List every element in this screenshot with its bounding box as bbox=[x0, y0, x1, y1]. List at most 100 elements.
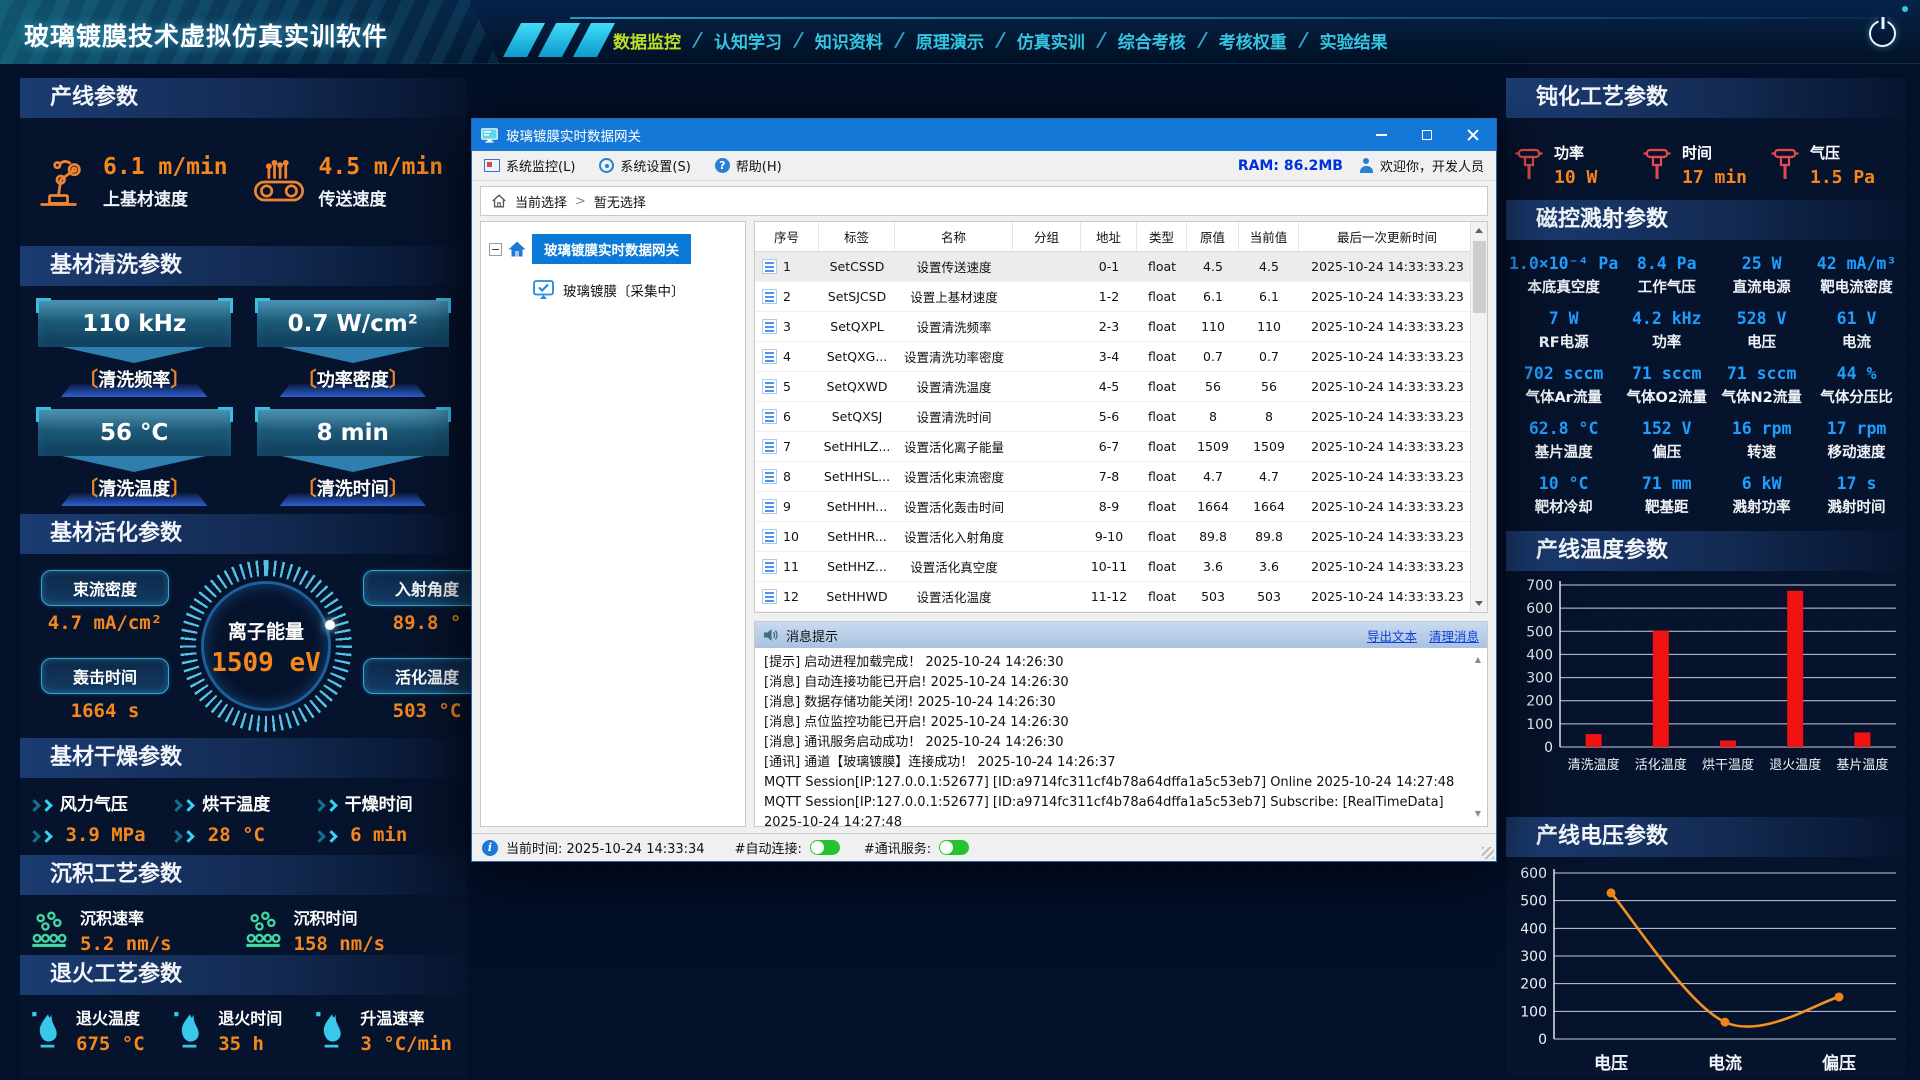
close-button[interactable] bbox=[1450, 119, 1496, 151]
window-titlebar[interactable]: 玻璃镀膜实时数据网关 bbox=[472, 119, 1496, 151]
param-deposition-rate: 沉积速率 5.2 nm/s bbox=[30, 905, 244, 955]
chevron-icon bbox=[28, 799, 41, 812]
line-chart-svg: 0100200300400500600电压电流偏压 bbox=[1508, 861, 1904, 1080]
sputter-param-6: 4.2 kHz功率 bbox=[1619, 303, 1714, 358]
badge-value: 8 min bbox=[257, 409, 450, 456]
scroll-down-icon[interactable]: ▼ bbox=[1475, 804, 1481, 824]
row-seq-cell: 8 bbox=[755, 469, 819, 484]
comm-service-label: #通讯服务: bbox=[864, 838, 931, 857]
power-icon[interactable] bbox=[1869, 20, 1896, 47]
tag-row-icon bbox=[762, 349, 777, 364]
row-seq-number: 12 bbox=[783, 589, 799, 604]
section-header-annealing: 退火工艺参数 bbox=[20, 955, 467, 995]
table-cell: 设置传送速度 bbox=[895, 257, 1013, 276]
nav-item-6[interactable]: 综合考核 bbox=[1105, 28, 1199, 53]
tree-expander-icon[interactable] bbox=[489, 243, 502, 256]
temperature-bar-chart: 0100200300400500600700清洗温度活化温度烘干温度退火温度基片… bbox=[1506, 571, 1906, 815]
table-row[interactable]: 1SetCSSD设置传送速度0-1float4.54.52025-10-24 1… bbox=[755, 252, 1470, 282]
table-cell: 10-11 bbox=[1081, 559, 1137, 574]
table-cell: 1-2 bbox=[1081, 289, 1137, 304]
param-anneal-temperature: 退火温度 675 °C bbox=[30, 1005, 172, 1055]
sputter-param-3: 25 W直流电源 bbox=[1714, 248, 1809, 303]
svg-text:200: 200 bbox=[1526, 694, 1553, 710]
chevron-icon bbox=[182, 830, 195, 843]
column-header: 名称 bbox=[895, 222, 1013, 251]
menu-help[interactable]: ? 帮助(H) bbox=[715, 156, 782, 175]
nav-item-2[interactable]: 认知学习 bbox=[701, 28, 795, 53]
table-cell: 设置活化轰击时间 bbox=[895, 497, 1013, 516]
sputter-param-8: 61 V电流 bbox=[1809, 303, 1904, 358]
table-row[interactable]: 8SetHHSL...设置活化束流密度7-8float4.74.72025-10… bbox=[755, 462, 1470, 492]
param-air-pressure: 风力气压 3.9 MPa bbox=[30, 790, 172, 855]
nav-item-7[interactable]: 考核权重 bbox=[1206, 28, 1300, 53]
scroll-up-icon[interactable]: ▲ bbox=[1475, 650, 1481, 670]
deposition-row: 沉积速率 5.2 nm/s 沉积时间 158 nm/s bbox=[20, 895, 467, 955]
particles-icon bbox=[30, 911, 68, 949]
column-header: 类型 bbox=[1137, 222, 1187, 251]
table-row[interactable]: 2SetSJCSD设置上基材速度1-2float6.16.12025-10-24… bbox=[755, 282, 1470, 312]
sputter-param-19: 6 kW溅射功率 bbox=[1714, 468, 1809, 523]
log-line: MQTT Session[IP:127.0.0.1:52677] [ID:a97… bbox=[764, 773, 1467, 793]
sputter-param-16: 17 rpm移动速度 bbox=[1809, 413, 1904, 468]
scrollbar-thumb[interactable] bbox=[1473, 241, 1486, 313]
param-value: 71 sccm bbox=[1715, 364, 1808, 383]
table-row[interactable]: 5SetQXWD设置清洗温度4-5float56562025-10-24 14:… bbox=[755, 372, 1470, 402]
table-row[interactable]: 10SetHHR...设置活化入射角度9-10float89.889.82025… bbox=[755, 522, 1470, 552]
breadcrumb: 当前选择 > 暂无选择 bbox=[480, 186, 1488, 216]
table-cell: SetCSSD bbox=[819, 259, 895, 274]
window-menubar: 系统监控(L) 系统设置(S) ? 帮助(H) RAM: 86.2MB 欢迎你，… bbox=[472, 151, 1496, 181]
row-seq-number: 5 bbox=[783, 379, 791, 394]
nav-item-8[interactable]: 实验结果 bbox=[1307, 28, 1401, 53]
table-scrollbar[interactable] bbox=[1470, 222, 1487, 612]
table-row[interactable]: 11SetHHZ...设置活化真空度10-11float3.63.62025-1… bbox=[755, 552, 1470, 582]
home-icon bbox=[491, 193, 507, 209]
nav-item-5[interactable]: 仿真实训 bbox=[1004, 28, 1098, 53]
message-log[interactable]: [提示] 启动进程加载完成！ 2025-10-24 14:26:30[消息] 自… bbox=[755, 648, 1487, 826]
tree-root-node[interactable]: 玻璃镀膜实时数据网关 bbox=[489, 234, 741, 264]
menu-system-settings[interactable]: 系统设置(S) bbox=[599, 156, 690, 175]
svg-text:清洗温度: 清洗温度 bbox=[1568, 757, 1620, 773]
table-cell: float bbox=[1137, 589, 1187, 604]
param-deposition-time: 沉积时间 158 nm/s bbox=[244, 905, 458, 955]
slash-icon bbox=[503, 23, 545, 57]
minimize-button[interactable] bbox=[1358, 119, 1404, 151]
table-cell: float bbox=[1137, 499, 1187, 514]
table-row[interactable]: 9SetHHH...设置活化轰击时间8-9float166416642025-1… bbox=[755, 492, 1470, 522]
table-cell: 3.6 bbox=[1239, 559, 1299, 574]
menu-system-monitor[interactable]: 系统监控(L) bbox=[484, 156, 575, 175]
cleaning-badges: 110 kHz 〔清洗频率〕 0.7 W/cm² 〔功率密度〕 56 °C 〔清… bbox=[20, 286, 467, 514]
window-statusbar: i 当前时间: 2025-10-24 14:33:34 #自动连接: #通讯服务… bbox=[472, 833, 1496, 861]
param-label: 靶材冷却 bbox=[1509, 496, 1618, 517]
table-row[interactable]: 7SetHHLZ...设置活化离子能量6-7float150915092025-… bbox=[755, 432, 1470, 462]
param-anneal-time: 退火时间 35 h bbox=[172, 1005, 314, 1055]
row-seq-number: 2 bbox=[783, 289, 791, 304]
table-cell: 4.5 bbox=[1239, 259, 1299, 274]
tree-child-node[interactable]: 玻璃镀膜〔采集中〕 bbox=[533, 280, 745, 300]
auto-connect-toggle[interactable] bbox=[810, 840, 840, 855]
svg-text:烘干温度: 烘干温度 bbox=[1702, 757, 1754, 773]
table-row[interactable]: 4SetQXG...设置清洗功率密度3-4float0.70.72025-10-… bbox=[755, 342, 1470, 372]
scroll-up-icon[interactable] bbox=[1471, 222, 1487, 239]
table-row[interactable]: 3SetQXPL设置清洗频率2-3float1101102025-10-24 1… bbox=[755, 312, 1470, 342]
nav-item-1[interactable]: 数据监控 bbox=[600, 28, 694, 53]
nav-item-3[interactable]: 知识资料 bbox=[802, 28, 896, 53]
comm-service-toggle[interactable] bbox=[939, 840, 969, 855]
export-text-link[interactable]: 导出文本 bbox=[1367, 626, 1417, 645]
table-row[interactable]: 6SetQXSJ设置清洗时间5-6float882025-10-24 14:33… bbox=[755, 402, 1470, 432]
scroll-down-icon[interactable] bbox=[1471, 595, 1487, 612]
table-cell: 1664 bbox=[1187, 499, 1239, 514]
clear-messages-link[interactable]: 清理消息 bbox=[1429, 626, 1479, 645]
param-label: 传送速度 bbox=[319, 185, 444, 210]
nav-item-4[interactable]: 原理演示 bbox=[903, 28, 997, 53]
table-row[interactable]: 12SetHHWD设置活化温度11-12float5035032025-10-2… bbox=[755, 582, 1470, 612]
table-cell: 设置清洗功率密度 bbox=[895, 347, 1013, 366]
table-cell: SetHHR... bbox=[819, 529, 895, 544]
chevron-icon bbox=[325, 799, 338, 812]
maximize-button[interactable] bbox=[1404, 119, 1450, 151]
param-dry-temperature: 烘干温度 28 °C bbox=[172, 790, 314, 855]
maximize-icon bbox=[1422, 130, 1432, 140]
tag-row-icon bbox=[762, 559, 777, 574]
param-passivation-pressure: 气压 1.5 Pa bbox=[1770, 130, 1898, 200]
table-cell: float bbox=[1137, 379, 1187, 394]
table-cell: float bbox=[1137, 319, 1187, 334]
